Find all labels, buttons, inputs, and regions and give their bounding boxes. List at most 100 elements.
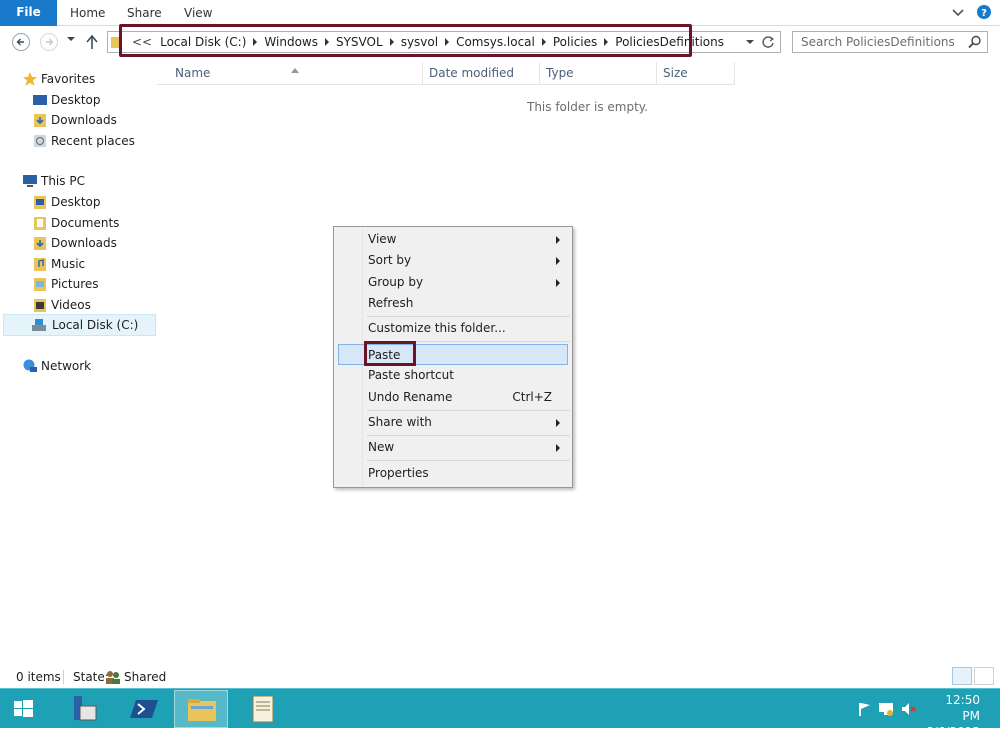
menu-item-paste-shortcut[interactable]: Paste shortcut (338, 365, 568, 386)
menu-item-sort-by-label: Sort by (368, 253, 412, 267)
submenu-arrow-icon (556, 444, 560, 452)
breadcrumb-sysvol[interactable]: sysvol (397, 35, 442, 49)
nav-pc-documents-label: Documents (51, 216, 120, 230)
header-divider (157, 84, 735, 85)
menu-separator (367, 316, 570, 317)
menu-item-customize-folder[interactable]: Customize this folder... (338, 318, 568, 339)
column-type[interactable]: Type (540, 62, 657, 84)
menu-item-refresh[interactable]: Refresh (338, 293, 568, 314)
breadcrumb-chevron-icon[interactable] (445, 38, 450, 46)
menu-item-group-by[interactable]: Group by (338, 272, 568, 293)
file-explorer-taskbar-button[interactable] (174, 690, 228, 728)
empty-folder-message: This folder is empty. (527, 100, 648, 114)
downloads-folder-icon (32, 112, 48, 128)
up-arrow-icon[interactable] (85, 34, 99, 53)
downloads-folder-icon (32, 235, 48, 251)
menu-separator (367, 460, 570, 461)
music-folder-icon (32, 256, 48, 272)
computer-icon (22, 173, 38, 189)
search-input[interactable]: Search PoliciesDefinitions (792, 31, 988, 53)
star-icon (22, 71, 38, 87)
breadcrumb-chevron-icon[interactable] (389, 38, 394, 46)
nav-network-label: Network (41, 359, 92, 373)
help-icon[interactable]: ? (976, 4, 992, 20)
nav-favorites-label: Favorites (41, 72, 96, 86)
menu-item-sort-by[interactable]: Sort by (338, 250, 568, 271)
menu-item-share-with[interactable]: Share with (338, 412, 568, 433)
expand-ribbon-icon[interactable] (950, 4, 966, 20)
breadcrumb-chevron-icon[interactable] (324, 38, 329, 46)
menu-item-paste[interactable]: Paste (338, 344, 568, 365)
menu-item-undo-rename[interactable]: Undo Rename Ctrl+Z (338, 387, 568, 408)
tab-share[interactable]: Share (127, 0, 162, 26)
menu-item-undo-shortcut: Ctrl+Z (512, 390, 552, 404)
column-date-modified[interactable]: Date modified (423, 62, 540, 84)
notepad-taskbar-button[interactable] (236, 690, 290, 728)
clock-date: 8/6/2013 (926, 725, 980, 739)
menu-item-new[interactable]: New (338, 437, 568, 458)
clock[interactable]: 12:50 PM 8/6/2013 (926, 692, 980, 740)
breadcrumb-chevron-icon[interactable] (604, 38, 609, 46)
taskbar: 12:50 PM 8/6/2013 (0, 688, 1000, 739)
network-tray-icon[interactable] (878, 701, 894, 720)
menu-item-group-by-label: Group by (368, 275, 424, 289)
menu-item-refresh-label: Refresh (368, 296, 414, 310)
menu-separator (367, 435, 570, 436)
start-button[interactable] (0, 690, 46, 728)
submenu-arrow-icon (556, 236, 560, 244)
breadcrumb-chevron-icon[interactable] (253, 38, 258, 46)
menu-item-paste-shortcut-label: Paste shortcut (368, 368, 454, 382)
file-list[interactable]: Name Date modified Type Size This folder… (157, 62, 1000, 662)
breadcrumb-windows[interactable]: Windows (260, 35, 322, 49)
nav-pc-pictures-label: Pictures (51, 277, 99, 291)
explorer-window: File Home Share View ? << Local Disk (C:… (0, 0, 1000, 688)
breadcrumb-policiesdefinitions[interactable]: PoliciesDefinitions (611, 35, 728, 49)
submenu-arrow-icon (556, 419, 560, 427)
item-count: 0 items (16, 670, 61, 684)
tab-file[interactable]: File (0, 0, 57, 26)
address-bar[interactable]: << Local Disk (C:) Windows SYSVOL sysvol… (107, 31, 781, 53)
breadcrumb-chevron-icon[interactable] (541, 38, 546, 46)
recent-locations-chevron-icon[interactable] (67, 37, 75, 41)
menu-item-view[interactable]: View (338, 229, 568, 250)
menu-item-properties[interactable]: Properties (338, 463, 568, 484)
drive-icon (31, 317, 47, 333)
column-size[interactable]: Size (657, 62, 735, 84)
navigation-bar: << Local Disk (C:) Windows SYSVOL sysvol… (0, 27, 1000, 57)
nav-fav-downloads-label: Downloads (51, 113, 117, 127)
navigation-pane: Favorites Desktop Downloads Recent place… (0, 62, 157, 662)
volume-muted-icon[interactable] (900, 701, 916, 720)
search-icon[interactable] (968, 35, 994, 52)
submenu-arrow-icon (556, 279, 560, 287)
address-dropdown-icon[interactable] (746, 40, 754, 44)
details-view-button[interactable] (952, 667, 972, 685)
tab-view[interactable]: View (184, 0, 212, 26)
refresh-icon[interactable] (761, 35, 775, 52)
forward-button[interactable] (40, 33, 58, 51)
menu-item-customize-label: Customize this folder... (368, 321, 506, 335)
tab-home[interactable]: Home (70, 0, 105, 26)
column-name[interactable]: Name (169, 62, 423, 84)
state-value: Shared (124, 670, 167, 684)
back-button[interactable] (12, 33, 30, 51)
breadcrumb-sysvol-upper[interactable]: SYSVOL (332, 35, 387, 49)
large-icons-view-button[interactable] (974, 667, 994, 685)
nav-pc-local-disk[interactable]: Local Disk (C:) (3, 314, 156, 336)
pictures-folder-icon (32, 276, 48, 292)
nav-this-pc-label: This PC (41, 174, 85, 188)
server-manager-taskbar-button[interactable] (58, 690, 112, 728)
action-center-flag-icon[interactable] (856, 701, 872, 720)
videos-folder-icon (32, 297, 48, 313)
menu-separator (367, 341, 570, 342)
status-bar: 0 items State: Shared (0, 666, 1000, 688)
desktop-folder-icon (32, 194, 48, 210)
nav-pc-desktop-label: Desktop (51, 195, 101, 209)
recent-places-icon (32, 133, 48, 149)
menu-item-properties-label: Properties (368, 466, 429, 480)
powershell-taskbar-button[interactable] (116, 690, 170, 728)
folder-icon (111, 35, 121, 52)
breadcrumb-overflow[interactable]: << (128, 35, 156, 49)
breadcrumb-policies[interactable]: Policies (549, 35, 601, 49)
breadcrumb-comsys-local[interactable]: Comsys.local (452, 35, 539, 49)
breadcrumb-local-disk[interactable]: Local Disk (C:) (156, 35, 250, 49)
